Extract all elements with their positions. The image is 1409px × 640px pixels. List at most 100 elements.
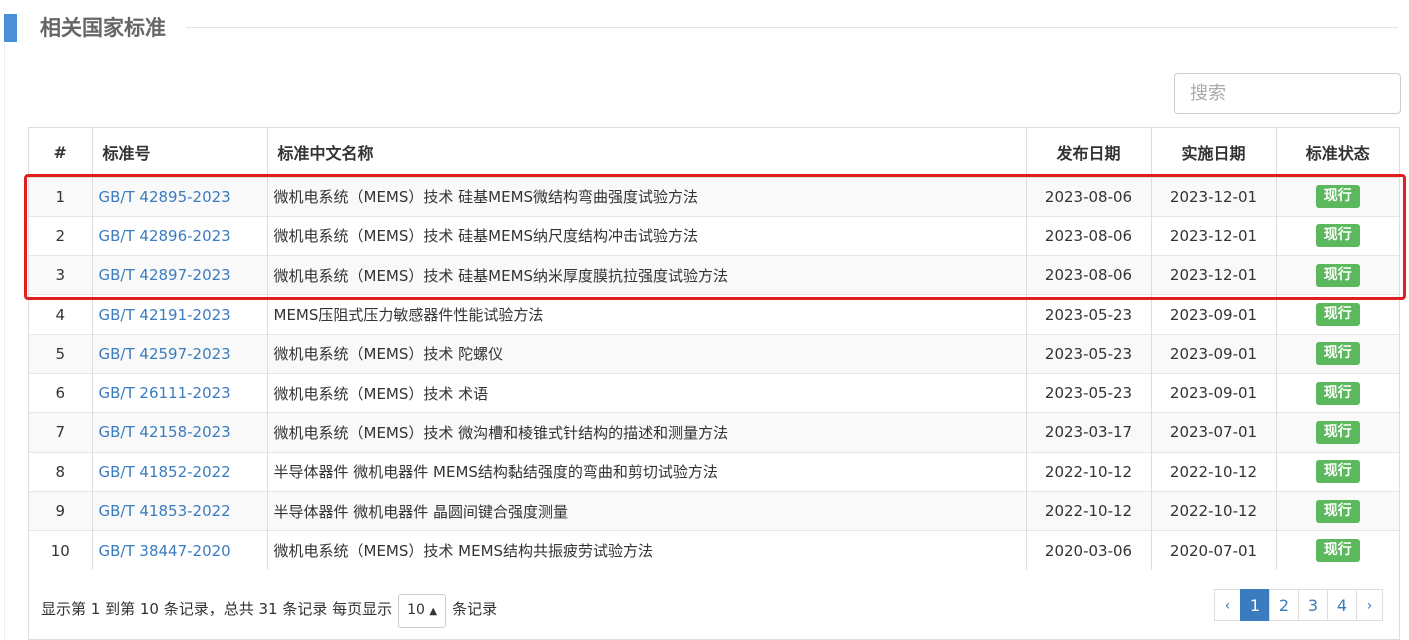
effective-date: 2023-09-01 xyxy=(1151,333,1277,374)
row-index: 7 xyxy=(29,412,93,453)
search-input[interactable] xyxy=(1174,73,1401,114)
publish-date: 2023-03-17 xyxy=(1026,412,1152,453)
col-header-name[interactable]: 标准中文名称 xyxy=(267,128,1027,178)
page-size-select[interactable]: 10 ▲ xyxy=(398,594,447,628)
standard-code-link[interactable]: GB/T 42597-2023 xyxy=(99,345,231,363)
status-badge: 现行 xyxy=(1315,224,1360,248)
status-cell: 现行 xyxy=(1276,294,1399,335)
effective-date: 2022-10-12 xyxy=(1151,451,1277,492)
publish-date: 2023-08-06 xyxy=(1026,176,1152,217)
col-header-publish-date[interactable]: 发布日期 xyxy=(1026,128,1152,178)
publish-date: 2023-05-23 xyxy=(1026,372,1152,413)
section-title: 相关国家标准 xyxy=(40,16,166,40)
status-badge: 现行 xyxy=(1315,420,1360,444)
standard-name: 半导体器件 微机电器件 晶圆间键合强度测量 xyxy=(267,490,1027,531)
standard-code-cell: GB/T 42895-2023 xyxy=(92,176,268,217)
publish-date: 2023-05-23 xyxy=(1026,333,1152,374)
left-border xyxy=(4,44,5,640)
publish-date: 2023-08-06 xyxy=(1026,255,1152,295)
status-badge: 现行 xyxy=(1315,499,1360,523)
col-header-status[interactable]: 标准状态 xyxy=(1276,128,1399,178)
standard-code-cell: GB/T 42158-2023 xyxy=(92,412,268,453)
next-page-button[interactable]: › xyxy=(1356,589,1383,621)
page-button-4[interactable]: 4 xyxy=(1327,589,1357,621)
table-row: 3 GB/T 42897-2023 微机电系统（MEMS）技术 硅基MEMS纳米厚度… xyxy=(29,255,1399,295)
status-cell: 现行 xyxy=(1276,451,1399,492)
section-accent-bar xyxy=(4,14,17,42)
table-header-row: # 标准号 标准中文名称 发布日期 实施日期 标准状态 xyxy=(29,128,1399,178)
effective-date: 2022-10-12 xyxy=(1151,490,1277,531)
status-cell: 现行 xyxy=(1276,176,1399,217)
page-size-value: 10 xyxy=(407,602,425,618)
standard-code-cell: GB/T 42896-2023 xyxy=(92,215,268,256)
row-index: 3 xyxy=(29,255,93,295)
standard-code-link[interactable]: GB/T 42896-2023 xyxy=(99,227,231,245)
status-badge: 现行 xyxy=(1315,381,1360,405)
status-cell: 现行 xyxy=(1276,372,1399,413)
effective-date: 2023-12-01 xyxy=(1151,215,1277,256)
publish-date: 2023-08-06 xyxy=(1026,215,1152,256)
standard-code-link[interactable]: GB/T 38447-2020 xyxy=(99,542,231,560)
table-row: 10 GB/T 38447-2020 微机电系统（MEMS）技术 MEMS结构共振疲… xyxy=(29,530,1399,570)
publish-date: 2020-03-06 xyxy=(1026,530,1152,570)
table-row: 2 GB/T 42896-2023 微机电系统（MEMS）技术 硅基MEMS纳尺度结… xyxy=(29,215,1399,256)
standard-code-cell: GB/T 41853-2022 xyxy=(92,490,268,531)
standard-code-link[interactable]: GB/T 41852-2022 xyxy=(99,463,231,481)
standard-code-link[interactable]: GB/T 26111-2023 xyxy=(99,384,231,402)
status-cell: 现行 xyxy=(1276,412,1399,453)
row-index: 10 xyxy=(29,530,93,570)
status-cell: 现行 xyxy=(1276,490,1399,531)
effective-date: 2020-07-01 xyxy=(1151,530,1277,570)
status-badge: 现行 xyxy=(1315,185,1360,209)
table-row: 4 GB/T 42191-2023 MEMS压阻式压力敏感器件性能试验方法 2023-… xyxy=(29,294,1399,335)
status-badge: 现行 xyxy=(1315,539,1360,563)
effective-date: 2023-09-01 xyxy=(1151,372,1277,413)
table-row: 5 GB/T 42597-2023 微机电系统（MEMS）技术 陀螺仪 2023-05… xyxy=(29,333,1399,374)
publish-date: 2022-10-12 xyxy=(1026,490,1152,531)
row-index: 1 xyxy=(29,176,93,217)
table-row: 8 GB/T 41852-2022 半导体器件 微机电器件 MEMS结构黏结强度的弯… xyxy=(29,451,1399,492)
standard-name: 微机电系统（MEMS）技术 硅基MEMS纳尺度结构冲击试验方法 xyxy=(267,215,1027,256)
section-header: 相关国家标准 xyxy=(0,0,1409,56)
standard-name: 微机电系统（MEMS）技术 术语 xyxy=(267,372,1027,413)
status-badge: 现行 xyxy=(1315,342,1360,366)
col-header-code[interactable]: 标准号 xyxy=(92,128,268,178)
page-button-3[interactable]: 3 xyxy=(1298,589,1328,621)
standard-code-cell: GB/T 42191-2023 xyxy=(92,294,268,335)
standard-code-link[interactable]: GB/T 41853-2022 xyxy=(99,502,231,520)
col-header-effective-date[interactable]: 实施日期 xyxy=(1151,128,1277,178)
standard-name: 微机电系统（MEMS）技术 微沟槽和棱锥式针结构的描述和测量方法 xyxy=(267,412,1027,453)
standard-code-cell: GB/T 26111-2023 xyxy=(92,372,268,413)
col-header-index[interactable]: # xyxy=(29,128,93,178)
table-row: 6 GB/T 26111-2023 微机电系统（MEMS）技术 术语 2023-05-… xyxy=(29,372,1399,413)
standard-name: 微机电系统（MEMS）技术 MEMS结构共振疲劳试验方法 xyxy=(267,530,1027,570)
effective-date: 2023-07-01 xyxy=(1151,412,1277,453)
standard-code-link[interactable]: GB/T 42895-2023 xyxy=(99,188,231,206)
standard-code-link[interactable]: GB/T 42191-2023 xyxy=(99,306,231,324)
status-cell: 现行 xyxy=(1276,530,1399,570)
row-index: 2 xyxy=(29,215,93,256)
standards-table: # 标准号 标准中文名称 发布日期 实施日期 标准状态 1 GB/T 42895-… xyxy=(29,128,1399,570)
standard-code-cell: GB/T 41852-2022 xyxy=(92,451,268,492)
row-index: 4 xyxy=(29,294,93,335)
standard-name: MEMS压阻式压力敏感器件性能试验方法 xyxy=(267,294,1027,335)
table-row: 1 GB/T 42895-2023 微机电系统（MEMS）技术 硅基MEMS微结构弯… xyxy=(29,176,1399,217)
page-button-2[interactable]: 2 xyxy=(1269,589,1299,621)
prev-page-button[interactable]: ‹ xyxy=(1214,589,1241,621)
standard-name: 微机电系统（MEMS）技术 硅基MEMS纳米厚度膜抗拉强度试验方法 xyxy=(267,255,1027,295)
pagination-info-prefix: 显示第 1 到第 10 条记录，总共 31 条记录 每页显示 xyxy=(41,600,393,618)
effective-date: 2023-12-01 xyxy=(1151,176,1277,217)
row-index: 8 xyxy=(29,451,93,492)
section-divider xyxy=(186,27,1398,28)
publish-date: 2022-10-12 xyxy=(1026,451,1152,492)
pagination-info-suffix: 条记录 xyxy=(452,600,498,618)
status-badge: 现行 xyxy=(1315,263,1360,287)
row-index: 6 xyxy=(29,372,93,413)
standard-code-link[interactable]: GB/T 42158-2023 xyxy=(99,423,231,441)
table-row: 9 GB/T 41853-2022 半导体器件 微机电器件 晶圆间键合强度测量 202… xyxy=(29,490,1399,531)
standard-code-link[interactable]: GB/T 42897-2023 xyxy=(99,266,231,284)
publish-date: 2023-05-23 xyxy=(1026,294,1152,335)
standard-name: 半导体器件 微机电器件 MEMS结构黏结强度的弯曲和剪切试验方法 xyxy=(267,451,1027,492)
standard-name: 微机电系统（MEMS）技术 陀螺仪 xyxy=(267,333,1027,374)
page-button-1[interactable]: 1 xyxy=(1240,589,1270,621)
